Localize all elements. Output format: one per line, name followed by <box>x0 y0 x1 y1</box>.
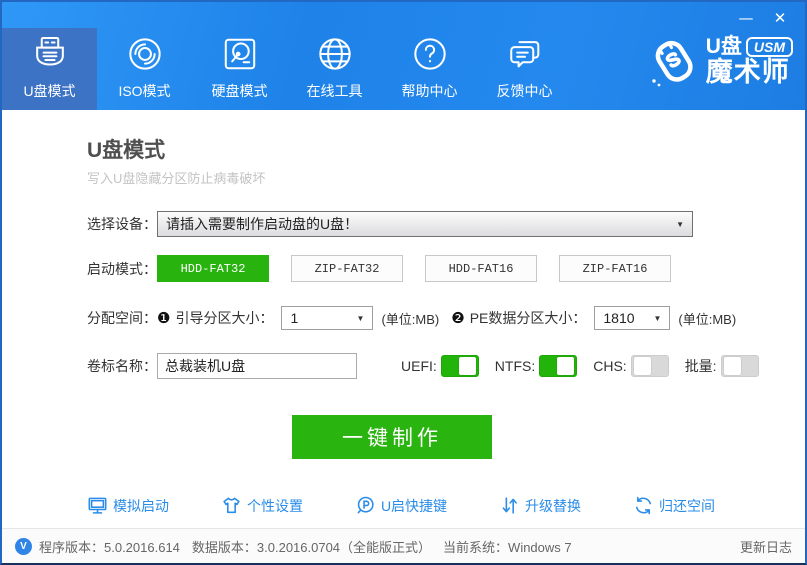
logo-text: U盘 USM 魔术师 <box>706 36 793 86</box>
main-nav: U盘模式 ISO模式 <box>2 28 572 110</box>
toggle-knob <box>459 357 476 375</box>
program-version: 程序版本：5.0.2016.614 <box>39 537 180 556</box>
logo-word2: 魔术师 <box>706 59 793 86</box>
device-label: 选择设备： <box>87 214 157 234</box>
up-down-arrows-icon <box>499 495 520 516</box>
chs-toggle[interactable] <box>631 355 669 377</box>
link-boot-hotkeys[interactable]: U启快捷键 <box>355 495 447 516</box>
marker-1-icon: ❶ <box>157 309 170 327</box>
link-label: 升级替换 <box>525 496 581 516</box>
ntfs-toggle[interactable] <box>539 355 577 377</box>
link-label: 模拟启动 <box>113 496 169 516</box>
pe-partition-unit: (单位:MB) <box>678 309 736 328</box>
link-label: U启快捷键 <box>381 496 447 516</box>
toggle-knob <box>724 357 741 375</box>
boot-mode-zip-fat16[interactable]: ZIP-FAT16 <box>559 255 671 282</box>
close-button[interactable]: ✕ <box>763 6 797 30</box>
ntfs-label: NTFS: <box>495 358 535 374</box>
usm-logo-icon <box>646 32 702 90</box>
boot-mode-row: 启动模式： HDD-FAT32 ZIP-FAT32 HDD-FAT16 ZIP-… <box>87 255 805 282</box>
boot-partition-label: 引导分区大小： <box>175 308 273 328</box>
update-log-link[interactable]: 更新日志 <box>740 537 792 556</box>
boot-partition-unit: (单位:MB) <box>381 309 439 328</box>
marker-2-icon: ❷ <box>451 309 464 327</box>
nav-label: 帮助中心 <box>402 81 458 101</box>
one-key-make-button[interactable]: 一键制作 <box>292 415 492 459</box>
link-label: 归还空间 <box>659 496 715 516</box>
pe-partition-size-value: 1810 <box>603 310 634 326</box>
chevron-down-icon: ▼ <box>351 314 365 323</box>
nav-hdd-mode[interactable]: 硬盘模式 <box>192 28 287 110</box>
logo-word1: U盘 <box>706 36 742 57</box>
pe-partition-size-select[interactable]: 1810 ▼ <box>594 306 670 330</box>
nav-label: 在线工具 <box>307 81 363 101</box>
chat-bubbles-icon <box>503 32 547 76</box>
nav-help-center[interactable]: 帮助中心 <box>382 28 477 110</box>
boot-mode-zip-fat32[interactable]: ZIP-FAT32 <box>291 255 403 282</box>
refresh-icon <box>633 495 654 516</box>
link-simulate-boot[interactable]: 模拟启动 <box>87 495 169 516</box>
hard-disk-icon <box>218 32 262 76</box>
device-select[interactable]: 请插入需要制作启动盘的U盘！ ▼ <box>157 211 693 237</box>
link-return-space[interactable]: 归还空间 <box>633 495 715 516</box>
boot-mode-label: 启动模式： <box>87 259 157 279</box>
batch-label: 批量: <box>685 356 717 376</box>
toggle-knob <box>557 357 574 375</box>
data-version: 数据版本：3.0.2016.0704（全能版正式） <box>192 537 431 556</box>
nav-label: ISO模式 <box>118 81 170 101</box>
boot-mode-hdd-fat32[interactable]: HDD-FAT32 <box>157 255 269 282</box>
chevron-down-icon: ▼ <box>647 314 661 323</box>
uefi-label: UEFI: <box>401 358 437 374</box>
nav-label: U盘模式 <box>23 81 75 101</box>
chs-label: CHS: <box>593 358 626 374</box>
nav-online-tools[interactable]: 在线工具 <box>287 28 382 110</box>
question-mark-icon <box>408 32 452 76</box>
device-select-value: 请插入需要制作启动盘的U盘！ <box>166 214 358 234</box>
link-personal-settings[interactable]: 个性设置 <box>221 495 303 516</box>
chevron-down-icon: ▼ <box>670 220 684 229</box>
header-bar: — ✕ U盘模式 <box>2 2 805 110</box>
quick-links: 模拟启动 个性设置 U启快捷键 <box>87 495 715 516</box>
version-badge-icon: V <box>15 538 32 555</box>
boot-mode-hdd-fat16[interactable]: HDD-FAT16 <box>425 255 537 282</box>
current-system: 当前系统：Windows 7 <box>443 537 572 556</box>
page-title: U盘模式 <box>87 134 805 164</box>
nav-usb-mode[interactable]: U盘模式 <box>2 28 97 110</box>
page-subtitle: 写入U盘隐藏分区防止病毒破坏 <box>87 168 805 187</box>
boot-partition-size-select[interactable]: 1 ▼ <box>281 306 373 330</box>
status-bar: V 程序版本：5.0.2016.614 数据版本：3.0.2016.0704（全… <box>2 528 805 563</box>
boot-partition-size-value: 1 <box>290 310 298 326</box>
volume-row: 卷标名称： UEFI: NTFS: CHS: 批量: <box>87 353 805 379</box>
circled-p-icon <box>355 495 376 516</box>
nav-feedback-center[interactable]: 反馈中心 <box>477 28 572 110</box>
nav-label: 硬盘模式 <box>212 81 268 101</box>
main-content: U盘模式 写入U盘隐藏分区防止病毒破坏 选择设备： 请插入需要制作启动盘的U盘！… <box>2 110 805 528</box>
nav-label: 反馈中心 <box>497 81 553 101</box>
tshirt-icon <box>221 495 242 516</box>
space-label: 分配空间： <box>87 308 157 328</box>
app-logo: U盘 USM 魔术师 <box>646 32 793 90</box>
nav-iso-mode[interactable]: ISO模式 <box>97 28 192 110</box>
link-label: 个性设置 <box>247 496 303 516</box>
window-controls: — ✕ <box>729 6 797 30</box>
space-row: 分配空间： ❶ 引导分区大小： 1 ▼ (单位:MB) ❷ PE数据分区大小： … <box>87 306 805 330</box>
batch-toggle[interactable] <box>721 355 759 377</box>
volume-label: 卷标名称： <box>87 356 157 376</box>
minimize-button[interactable]: — <box>729 6 763 30</box>
toggle-group: UEFI: NTFS: CHS: 批量: <box>401 355 775 377</box>
globe-icon <box>313 32 357 76</box>
app-window: — ✕ U盘模式 <box>0 0 807 565</box>
monitor-icon <box>87 495 108 516</box>
toggle-knob <box>634 357 651 375</box>
device-row: 选择设备： 请插入需要制作启动盘的U盘！ ▼ <box>87 211 805 237</box>
uefi-toggle[interactable] <box>441 355 479 377</box>
link-upgrade-replace[interactable]: 升级替换 <box>499 495 581 516</box>
pe-partition-label: PE数据分区大小： <box>470 308 587 328</box>
usb-drive-icon <box>28 32 72 76</box>
logo-badge: USM <box>746 37 793 57</box>
volume-name-input[interactable] <box>157 353 357 379</box>
cd-disc-icon <box>123 32 167 76</box>
